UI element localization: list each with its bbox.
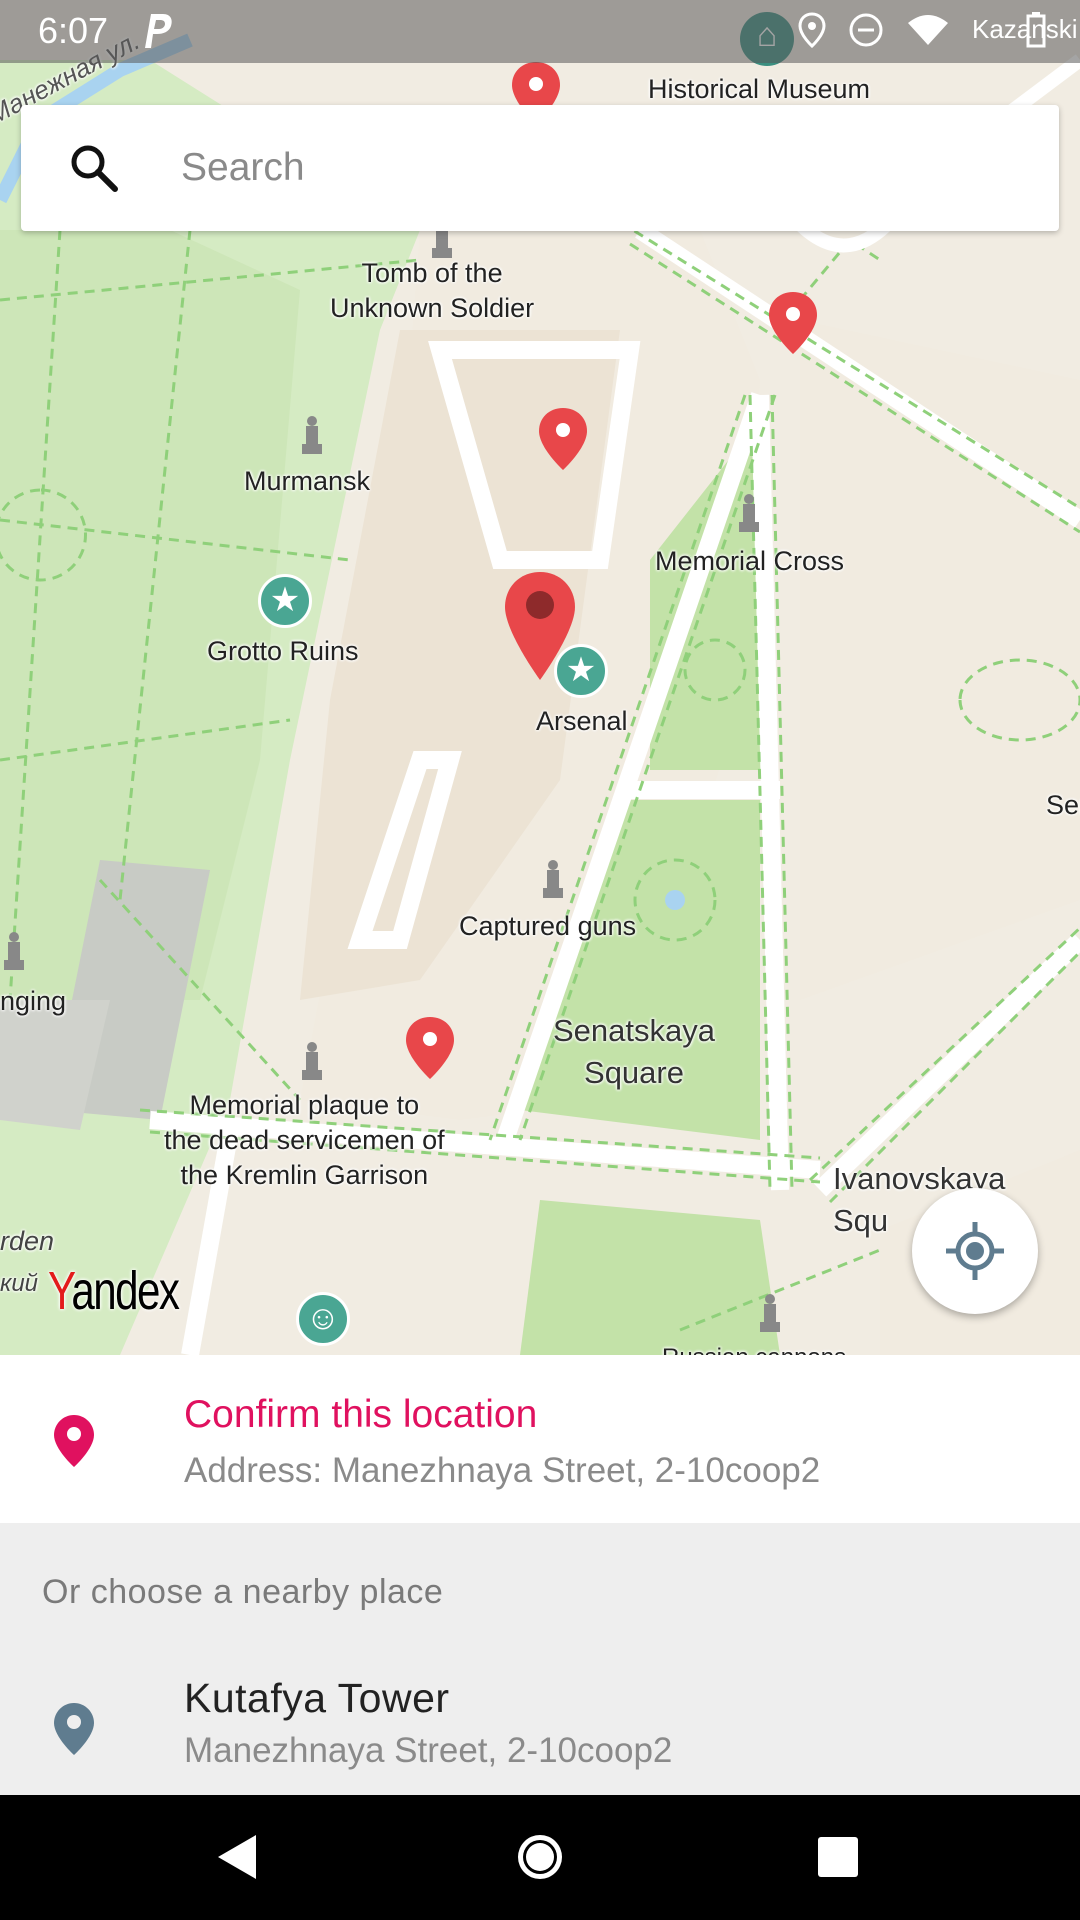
map-label-ser[interactable]: Ser — [1046, 788, 1080, 823]
status-bar: 6:07 Kazanski — [0, 0, 1080, 63]
wifi-icon — [908, 15, 948, 45]
map-label-captured-guns[interactable]: Captured guns — [459, 909, 636, 944]
theatre-poi-icon[interactable]: ☺ — [296, 1292, 350, 1346]
monument-icon[interactable] — [0, 930, 28, 972]
recents-icon[interactable] — [802, 1821, 874, 1893]
yandex-logo-y: Y — [48, 1261, 73, 1321]
status-edge: Kazanski — [972, 12, 1078, 48]
confirm-location-row[interactable]: Confirm this location Address: Manezhnay… — [0, 1355, 1080, 1523]
location-pin-icon — [54, 1415, 94, 1467]
yandex-logo-rest: andex — [71, 1261, 180, 1321]
star-poi-icon[interactable]: ★ — [554, 644, 608, 698]
search-bar[interactable] — [21, 105, 1059, 231]
map-pin-icon[interactable] — [537, 406, 589, 472]
map-label-tomb[interactable]: Tomb of the Unknown Soldier — [330, 256, 534, 326]
nearby-place-item[interactable]: Kutafya Tower Manezhnaya Street, 2-10coo… — [0, 1659, 1080, 1795]
nearby-header: Or choose a nearby place — [42, 1573, 444, 1611]
monument-icon[interactable] — [539, 858, 567, 900]
my-location-button[interactable] — [912, 1188, 1038, 1314]
dnd-icon — [849, 13, 883, 47]
nearby-place-subtitle: Manezhnaya Street, 2-10coop2 — [184, 1731, 673, 1770]
home-icon[interactable] — [504, 1821, 576, 1893]
nearby-place-title: Kutafya Tower — [184, 1675, 450, 1721]
map-label-kiy: кий — [0, 1270, 39, 1297]
nearby-places-section: Or choose a nearby place Kutafya Tower M… — [0, 1523, 1080, 1795]
map-label-memorial-cross[interactable]: Memorial Cross — [655, 544, 844, 579]
monument-icon[interactable] — [298, 414, 326, 456]
crosshair-icon — [946, 1222, 1004, 1280]
map-label-arsenal[interactable]: Arsenal — [536, 704, 628, 739]
status-icons: Kazanski — [798, 12, 1078, 48]
monument-icon[interactable] — [298, 1040, 326, 1082]
map-label-nging[interactable]: nging — [0, 984, 66, 1019]
navigation-bar — [0, 1795, 1080, 1920]
confirm-location-title[interactable]: Confirm this location — [184, 1393, 537, 1437]
map-label-rden: rden — [0, 1226, 55, 1256]
back-icon[interactable] — [202, 1821, 274, 1893]
status-time: 6:07 — [38, 10, 109, 51]
search-input[interactable] — [181, 133, 1021, 203]
location-icon — [798, 12, 826, 48]
map-pin-icon[interactable] — [404, 1015, 456, 1081]
monument-icon[interactable] — [756, 1292, 784, 1334]
map-label-russian-cannons[interactable]: Russian cannons — [662, 1340, 846, 1355]
map-label-memorial-plaque[interactable]: Memorial plaque to the dead servicemen o… — [164, 1088, 445, 1193]
map-pin-icon[interactable] — [767, 290, 819, 356]
star-poi-icon[interactable]: ★ — [258, 574, 312, 628]
map-label-historical-museum[interactable]: Historical Museum — [648, 72, 870, 107]
map-label-senatskaya-square[interactable]: Senatskaya Square — [553, 1010, 715, 1094]
yandex-logo: Yandex — [48, 1260, 180, 1322]
search-icon[interactable] — [67, 141, 121, 195]
map-label-murmansk[interactable]: Murmansk — [244, 464, 370, 499]
place-pin-icon — [54, 1703, 94, 1755]
confirm-location-address: Address: Manezhnaya Street, 2-10coop2 — [184, 1451, 821, 1490]
map-label-grotto-ruins[interactable]: Grotto Ruins — [207, 634, 359, 669]
monument-icon[interactable] — [735, 492, 763, 534]
parking-icon — [145, 14, 172, 48]
status-edge-text: Kazanski — [972, 14, 1078, 44]
